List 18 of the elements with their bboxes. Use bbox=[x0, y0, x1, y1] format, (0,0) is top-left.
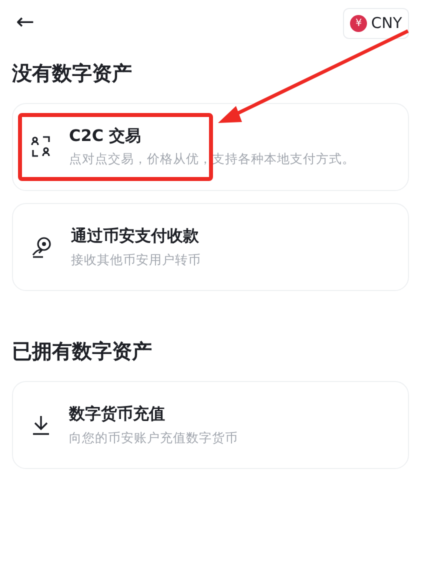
yuan-coin-icon: ¥ bbox=[350, 14, 368, 32]
option-description: 点对点交易，价格从优，支持各种本地支付方式。 bbox=[69, 150, 355, 168]
option-description: 接收其他币安用户转币 bbox=[71, 250, 201, 268]
currency-code: CNY bbox=[371, 13, 402, 34]
people-scan-icon bbox=[31, 136, 51, 158]
option-title: 数字货币充值 bbox=[69, 404, 166, 425]
section-title: 没有数字资产 bbox=[12, 60, 133, 84]
option-title: 通过币安支付收款 bbox=[71, 226, 200, 247]
option-title: C2C 交易 bbox=[69, 126, 142, 146]
option-card[interactable]: 数字货币充值 向您的币安账户充值数字货币 bbox=[12, 381, 409, 470]
currency-button[interactable]: ¥ CNY bbox=[343, 8, 409, 38]
option-card[interactable]: 通过币安支付收款 接收其他币安用户转币 bbox=[12, 202, 409, 292]
section-title: 已拥有数字资产 bbox=[12, 339, 153, 364]
back-button[interactable]: ← bbox=[16, 12, 34, 34]
option-card[interactable]: C2C 交易 点对点交易，价格从优，支持各种本地支付方式。 bbox=[12, 102, 409, 191]
option-description: 向您的币安账户充值数字货币 bbox=[69, 428, 238, 446]
download-icon bbox=[31, 414, 51, 436]
hand-coin-icon bbox=[31, 236, 53, 258]
